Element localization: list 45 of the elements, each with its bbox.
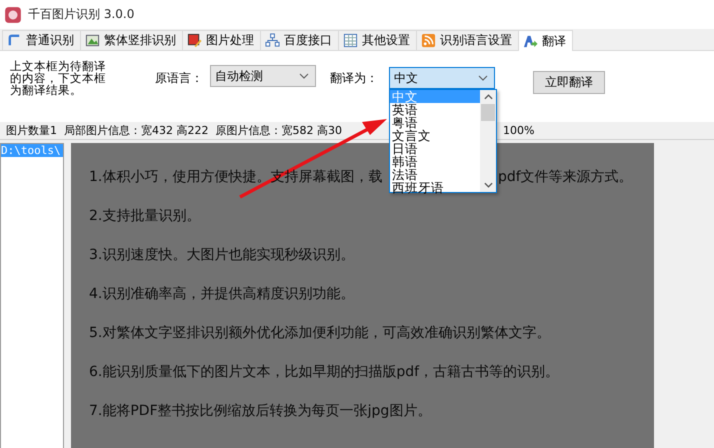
scrollbar[interactable]: [480, 90, 496, 192]
scroll-down-icon: [484, 182, 492, 188]
tab[interactable]: 识别语言设置: [416, 30, 519, 50]
dropdown-option[interactable]: 韩语: [390, 155, 480, 168]
status-text: 原图片信息：宽582 高30: [216, 123, 342, 138]
table-icon: [343, 33, 358, 48]
app-icon: [4, 6, 22, 24]
preview-text: 5.对繁体文字竖排识别额外优化添加便利功能，可高效准确识别繁体文字。: [89, 325, 550, 341]
rss-icon: [421, 33, 436, 48]
scan-icon: [7, 33, 22, 48]
scroll-up-icon: [484, 94, 492, 100]
source-language-label: 原语言：: [155, 70, 203, 87]
dropdown-option[interactable]: 日语: [390, 142, 480, 155]
status-text: 图片数量1: [6, 123, 57, 138]
status-text: 局部图片信息：宽432 高222: [64, 123, 208, 138]
hint-text: 上文本框为待翻译的内容，下文本框为翻译结果。: [10, 60, 106, 96]
source-language-select[interactable]: 自动检测: [210, 65, 316, 87]
image-icon: [85, 33, 100, 48]
dropdown-option[interactable]: 粤语: [390, 116, 480, 129]
tab[interactable]: 其他设置: [338, 30, 417, 50]
dropdown-option[interactable]: 法语: [390, 168, 480, 181]
dropdown-option[interactable]: 西班牙语: [390, 181, 480, 194]
tab[interactable]: 图片处理: [182, 30, 261, 50]
status-text: 100%: [503, 124, 534, 137]
tab[interactable]: 普通识别: [2, 30, 81, 50]
chevron-icon: [478, 75, 488, 81]
dropdown-option[interactable]: 英语: [390, 103, 480, 116]
tab[interactable]: 百度接口: [260, 30, 339, 50]
edit-icon: [187, 33, 202, 48]
network-icon: [265, 33, 280, 48]
translate-icon: [523, 34, 538, 48]
chevron-icon: [299, 73, 309, 79]
preview-text: 2.支持批量识别。: [89, 208, 200, 224]
preview-text: 3.识别速度快。大图片也能实现秒级识别。: [89, 247, 354, 263]
scrollbar-thumb[interactable]: [481, 104, 495, 121]
target-language-select[interactable]: 中文: [389, 67, 495, 89]
preview-text: pdf文件等来源方式。: [498, 168, 633, 186]
window-title: 千百图片识别 3.0.0: [28, 6, 134, 23]
target-language-label: 翻译为：: [330, 70, 378, 87]
translate-button[interactable]: 立即翻译: [533, 71, 605, 94]
preview-text: 6.能识别质量低下的图片文本，比如早期的扫描版pdf，古籍古书等的识别。: [89, 364, 560, 380]
preview-text: 7.能将PDF整书按比例缩放后转换为每页一张jpg图片。: [89, 403, 432, 419]
tab[interactable]: 翻译: [518, 30, 573, 51]
dropdown-option[interactable]: 文言文: [390, 129, 480, 142]
preview-text: 4.识别准确率高，并提供高精度识别功能。: [89, 286, 354, 302]
